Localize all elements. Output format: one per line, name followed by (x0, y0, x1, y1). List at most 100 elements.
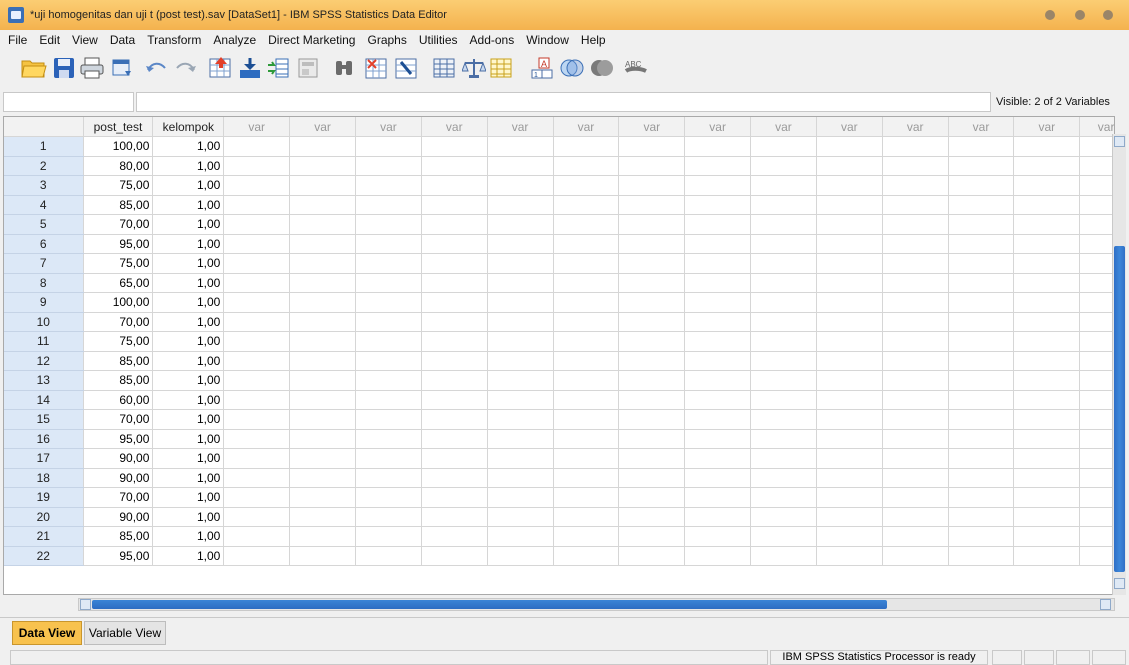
cell-post-test[interactable]: 90,00 (83, 507, 154, 527)
empty-cell[interactable] (684, 195, 752, 215)
cell-post-test[interactable]: 75,00 (83, 253, 154, 274)
cell-post-test[interactable]: 95,00 (83, 234, 154, 254)
empty-cell[interactable] (882, 292, 949, 313)
goto-variable-icon[interactable] (236, 54, 264, 82)
empty-cell[interactable] (421, 253, 488, 274)
empty-cell[interactable] (750, 312, 817, 332)
empty-cell[interactable] (421, 390, 488, 410)
scroll-left-arrow-icon[interactable] (80, 599, 91, 610)
empty-cell[interactable] (1079, 370, 1114, 391)
empty-cell[interactable] (223, 546, 291, 566)
insert-cases-icon[interactable] (362, 54, 390, 82)
empty-cell[interactable] (487, 487, 554, 508)
horizontal-scroll-thumb[interactable] (92, 600, 887, 609)
empty-cell[interactable] (816, 390, 883, 410)
empty-cell[interactable] (750, 195, 817, 215)
empty-cell[interactable] (750, 331, 817, 352)
empty-cell[interactable] (1079, 234, 1114, 254)
empty-cell[interactable] (553, 370, 620, 391)
empty-cell[interactable] (1013, 175, 1081, 196)
column-header-empty-var[interactable]: var (487, 117, 554, 137)
empty-cell[interactable] (421, 331, 488, 352)
menu-view[interactable]: View (66, 33, 104, 47)
cell-kelompok[interactable]: 1,00 (152, 429, 225, 449)
row-number[interactable]: 18 (4, 468, 84, 488)
empty-cell[interactable] (289, 507, 356, 527)
row-number[interactable]: 16 (4, 429, 84, 449)
empty-cell[interactable] (1013, 429, 1081, 449)
column-header-kelompok[interactable]: kelompok (152, 117, 225, 137)
menu-edit[interactable]: Edit (33, 33, 66, 47)
select-cases-icon[interactable] (487, 54, 515, 82)
menu-data[interactable]: Data (104, 33, 141, 47)
empty-cell[interactable] (684, 312, 752, 332)
empty-cell[interactable] (618, 429, 686, 449)
empty-cell[interactable] (816, 487, 883, 508)
empty-cell[interactable] (816, 331, 883, 352)
empty-cell[interactable] (553, 331, 620, 352)
empty-cell[interactable] (684, 331, 752, 352)
row-number[interactable]: 11 (4, 331, 84, 352)
empty-cell[interactable] (948, 409, 1015, 430)
empty-cell[interactable] (1079, 175, 1114, 196)
empty-cell[interactable] (553, 507, 620, 527)
cell-post-test[interactable]: 70,00 (83, 312, 154, 332)
empty-cell[interactable] (1079, 253, 1114, 274)
empty-cell[interactable] (223, 468, 291, 488)
empty-cell[interactable] (223, 273, 291, 293)
column-header-empty-var[interactable]: var (553, 117, 620, 137)
empty-cell[interactable] (750, 448, 817, 469)
empty-cell[interactable] (948, 546, 1015, 566)
empty-cell[interactable] (684, 273, 752, 293)
empty-cell[interactable] (487, 234, 554, 254)
empty-cell[interactable] (816, 370, 883, 391)
horizontal-scrollbar[interactable] (78, 598, 1115, 611)
empty-cell[interactable] (355, 448, 422, 469)
empty-cell[interactable] (553, 136, 620, 157)
empty-cell[interactable] (487, 156, 554, 176)
empty-cell[interactable] (1079, 292, 1114, 313)
empty-cell[interactable] (223, 234, 291, 254)
empty-cell[interactable] (1013, 448, 1081, 469)
empty-cell[interactable] (421, 312, 488, 332)
empty-cell[interactable] (289, 429, 356, 449)
empty-cell[interactable] (948, 273, 1015, 293)
empty-cell[interactable] (816, 273, 883, 293)
empty-cell[interactable] (553, 253, 620, 274)
cell-post-test[interactable]: 85,00 (83, 526, 154, 547)
empty-cell[interactable] (750, 390, 817, 410)
cell-kelompok[interactable]: 1,00 (152, 312, 225, 332)
empty-cell[interactable] (355, 526, 422, 547)
empty-cell[interactable] (223, 370, 291, 391)
empty-cell[interactable] (1079, 429, 1114, 449)
empty-cell[interactable] (882, 468, 949, 488)
empty-cell[interactable] (1079, 468, 1114, 488)
empty-cell[interactable] (223, 331, 291, 352)
empty-cell[interactable] (948, 253, 1015, 274)
cell-post-test[interactable]: 75,00 (83, 175, 154, 196)
empty-cell[interactable] (882, 175, 949, 196)
empty-cell[interactable] (289, 409, 356, 430)
empty-cell[interactable] (948, 156, 1015, 176)
row-number[interactable]: 22 (4, 546, 84, 566)
cell-kelompok[interactable]: 1,00 (152, 409, 225, 430)
empty-cell[interactable] (750, 429, 817, 449)
empty-cell[interactable] (1013, 487, 1081, 508)
column-header-empty-var[interactable]: var (355, 117, 422, 137)
empty-cell[interactable] (1079, 390, 1114, 410)
empty-cell[interactable] (1079, 351, 1114, 371)
empty-cell[interactable] (421, 429, 488, 449)
empty-cell[interactable] (355, 175, 422, 196)
empty-cell[interactable] (684, 214, 752, 235)
empty-cell[interactable] (750, 214, 817, 235)
empty-cell[interactable] (355, 156, 422, 176)
empty-cell[interactable] (421, 526, 488, 547)
recall-dialog-icon[interactable] (108, 54, 136, 82)
empty-cell[interactable] (223, 429, 291, 449)
empty-cell[interactable] (553, 175, 620, 196)
column-header-empty-var[interactable]: var (948, 117, 1015, 137)
row-number[interactable]: 14 (4, 390, 84, 410)
cell-post-test[interactable]: 100,00 (83, 136, 154, 157)
empty-cell[interactable] (882, 273, 949, 293)
empty-cell[interactable] (618, 526, 686, 547)
